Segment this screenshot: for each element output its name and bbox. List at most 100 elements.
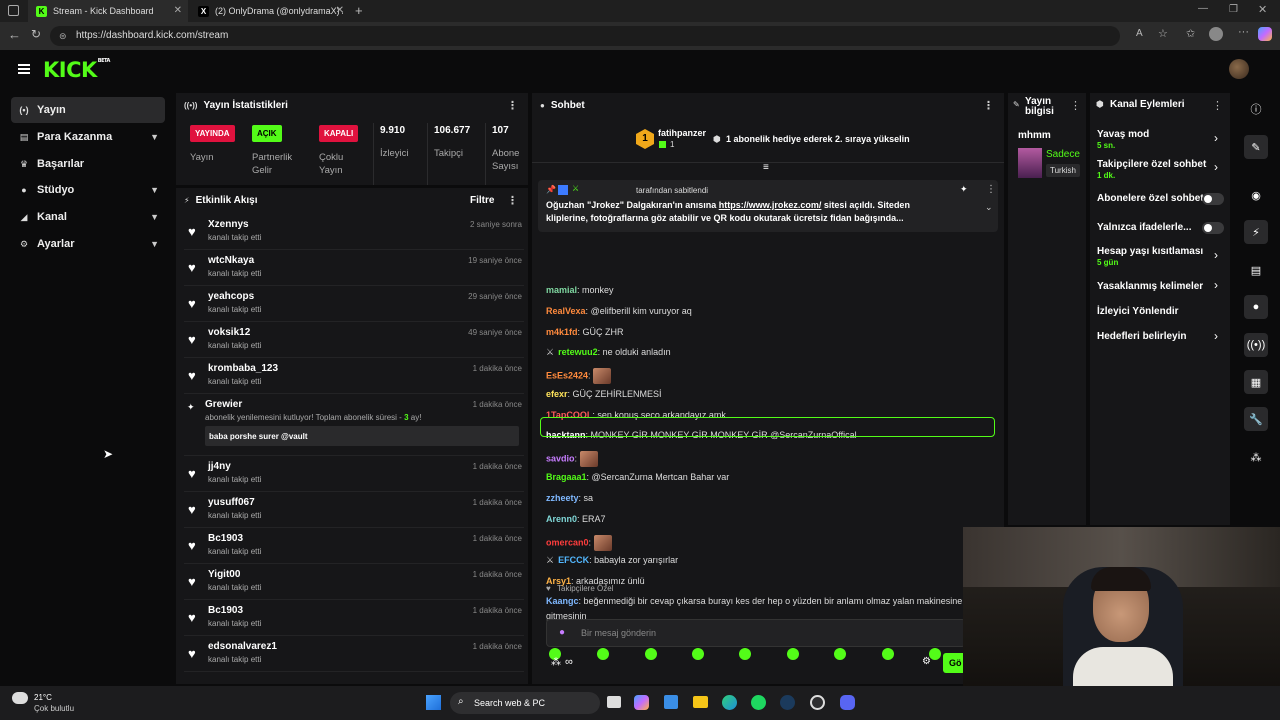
emote-picker-icon[interactable]: ⁂ — [1244, 445, 1268, 469]
menu-icon[interactable] — [18, 64, 30, 74]
chevron-down-icon[interactable]: ⌄ — [985, 202, 993, 213]
copilot-icon[interactable] — [634, 695, 649, 710]
chat-username[interactable]: Arenn0 — [546, 514, 577, 524]
chat-username[interactable]: zzheety — [546, 493, 579, 503]
camera-icon[interactable]: ◉ — [1244, 183, 1268, 207]
sidebar-item-ayarlar[interactable]: ⚙ Ayarlar ▼ — [11, 231, 165, 257]
chat-username[interactable]: RealVexa — [546, 306, 586, 316]
activity-user[interactable]: jj4ny — [208, 461, 231, 472]
kebab-menu-icon[interactable]: ⋮ — [986, 184, 996, 195]
wrench-icon[interactable]: 🔧 — [1244, 407, 1268, 431]
chevron-right-icon[interactable]: › — [1214, 160, 1218, 174]
bolt-icon[interactable]: ⚡ — [1244, 220, 1268, 244]
chat-username[interactable]: omercan0 — [546, 537, 589, 547]
profile-icon[interactable] — [1209, 27, 1223, 41]
sidebar-item-kanal[interactable]: ◢ Kanal ▼ — [11, 204, 165, 230]
broadcast-icon[interactable]: ((•)) — [1244, 333, 1268, 357]
mic-icon[interactable]: ● — [559, 627, 565, 638]
sidebar-item-para-kazanma[interactable]: ▤ Para Kazanma ▼ — [11, 124, 165, 150]
file-explorer-icon[interactable] — [693, 696, 708, 708]
back-icon[interactable]: ← — [8, 27, 21, 42]
chevron-right-icon[interactable]: › — [1214, 329, 1218, 343]
activity-user[interactable]: edsonalvarez1 — [208, 641, 277, 652]
chat-username[interactable]: EFCCK — [558, 555, 589, 565]
discord-icon[interactable] — [840, 695, 855, 710]
infinity-icon[interactable]: ∞ — [565, 656, 573, 668]
activity-user[interactable]: krombaba_123 — [208, 363, 278, 374]
site-info-icon[interactable]: ⊜ — [59, 26, 67, 46]
activity-user[interactable]: wtcNkaya — [208, 255, 254, 266]
window-menu-icon[interactable] — [8, 5, 19, 16]
collections-icon[interactable]: ✩ — [1186, 27, 1195, 40]
chat-username[interactable]: retewuu2 — [558, 347, 598, 357]
emote-icon[interactable] — [645, 648, 657, 660]
activity-user[interactable]: Bc1903 — [208, 533, 243, 544]
filter-button[interactable]: Filtre — [470, 195, 494, 206]
account-age-item[interactable]: Hesap yaşı kısıtlaması 5 gün — [1097, 246, 1203, 267]
kebab-menu-icon[interactable]: ⋮ — [983, 99, 994, 112]
slow-mode-item[interactable]: Yavaş mod 5 sn. — [1097, 129, 1149, 150]
task-view-icon[interactable] — [607, 696, 621, 708]
kebab-menu-icon[interactable]: ⋮ — [1070, 99, 1081, 112]
url-field[interactable]: ⊜ https://dashboard.kick.com/stream — [50, 26, 1120, 46]
kick-logo[interactable]: KICKBETA — [43, 58, 110, 82]
emote-icon[interactable] — [597, 648, 609, 660]
info-icon[interactable]: ⓘ — [1244, 97, 1268, 121]
avatar[interactable] — [1229, 59, 1249, 79]
reload-icon[interactable]: ↻ — [31, 27, 41, 41]
close-tab-icon[interactable]: ✕ — [336, 5, 344, 16]
copilot-icon[interactable] — [1258, 27, 1272, 41]
close-window-icon[interactable]: ✕ — [1258, 3, 1267, 16]
chat-username[interactable]: mamial — [546, 285, 577, 295]
steam-icon[interactable] — [780, 695, 795, 710]
tab-onlydrama[interactable]: X (2) OnlyDrama (@onlydramaX) / X ✕ — [190, 0, 350, 22]
activity-user[interactable]: voksik12 — [208, 327, 250, 338]
pinned-link[interactable]: https://www.jrokez.com/ — [719, 200, 822, 210]
more-icon[interactable]: ··· — [1238, 26, 1249, 38]
obs-icon[interactable] — [810, 695, 825, 710]
chevron-right-icon[interactable]: › — [1214, 131, 1218, 145]
gifter-name[interactable]: fatihpanzer — [658, 128, 706, 138]
minimize-icon[interactable]: — — [1198, 3, 1208, 14]
activity-user[interactable]: yusuff067 — [208, 497, 255, 508]
layout-icon[interactable]: ▦ — [1244, 370, 1268, 394]
spotify-icon[interactable] — [751, 695, 766, 710]
subscribers-only-toggle[interactable] — [1202, 193, 1224, 205]
pin-toggle-icon[interactable]: ✦ — [960, 184, 968, 195]
windows-start-icon[interactable] — [426, 695, 441, 710]
taskbar-search-input[interactable]: ⌕ Search web & PC — [450, 692, 600, 714]
emotes-only-toggle[interactable] — [1202, 222, 1224, 234]
new-tab-icon[interactable]: + — [355, 3, 363, 18]
activity-user[interactable]: Xzennys — [208, 219, 249, 230]
chat-username[interactable]: m4k1fd — [546, 327, 578, 337]
chat-username[interactable]: Kaangc — [546, 596, 579, 606]
host-viewers-item[interactable]: İzleyici Yönlendir — [1097, 306, 1179, 317]
tab-kick-dashboard[interactable]: K Stream - Kick Dashboard ✕ — [28, 0, 188, 22]
chat-settings-icon[interactable]: ⚙ — [922, 656, 931, 667]
read-aloud-icon[interactable]: A — [1136, 28, 1143, 39]
emote-icon[interactable] — [692, 648, 704, 660]
chat-username[interactable]: Bragaaa1 — [546, 472, 587, 482]
chevron-right-icon[interactable]: › — [1214, 248, 1218, 262]
emote-icon[interactable] — [739, 648, 751, 660]
banned-words-item[interactable]: Yasaklanmış kelimeler — [1097, 281, 1203, 292]
activity-user[interactable]: Yigit00 — [208, 569, 240, 580]
sidebar-item-yayin[interactable]: (•) Yayın — [11, 97, 165, 123]
sidebar-item-studyo[interactable]: ● Stüdyo ▼ — [11, 177, 165, 203]
kebab-menu-icon[interactable]: ⋮ — [1212, 99, 1223, 112]
close-tab-icon[interactable]: ✕ — [174, 5, 182, 16]
chat-username[interactable]: savdio — [546, 453, 575, 463]
set-goals-item[interactable]: Hedefleri belirleyin — [1097, 331, 1186, 342]
favorite-icon[interactable]: ☆ — [1158, 27, 1168, 40]
followers-only-chat-item[interactable]: Takipçilere özel sohbet 1 dk. — [1097, 159, 1206, 180]
sidebar-item-basarilar[interactable]: ♛ Başarılar — [11, 151, 165, 177]
chevron-right-icon[interactable]: › — [1214, 278, 1218, 292]
edge-icon[interactable] — [722, 695, 737, 710]
emote-picker-icon[interactable]: ⁂ — [551, 657, 561, 668]
edit-icon[interactable]: ✎ — [1244, 135, 1268, 159]
restore-icon[interactable]: ❐ — [1229, 4, 1238, 15]
chat-bubble-icon[interactable]: ● — [1244, 295, 1268, 319]
document-icon[interactable]: ▤ — [1244, 258, 1268, 282]
kebab-menu-icon[interactable]: ⋮ — [507, 194, 518, 207]
store-icon[interactable] — [664, 695, 678, 709]
